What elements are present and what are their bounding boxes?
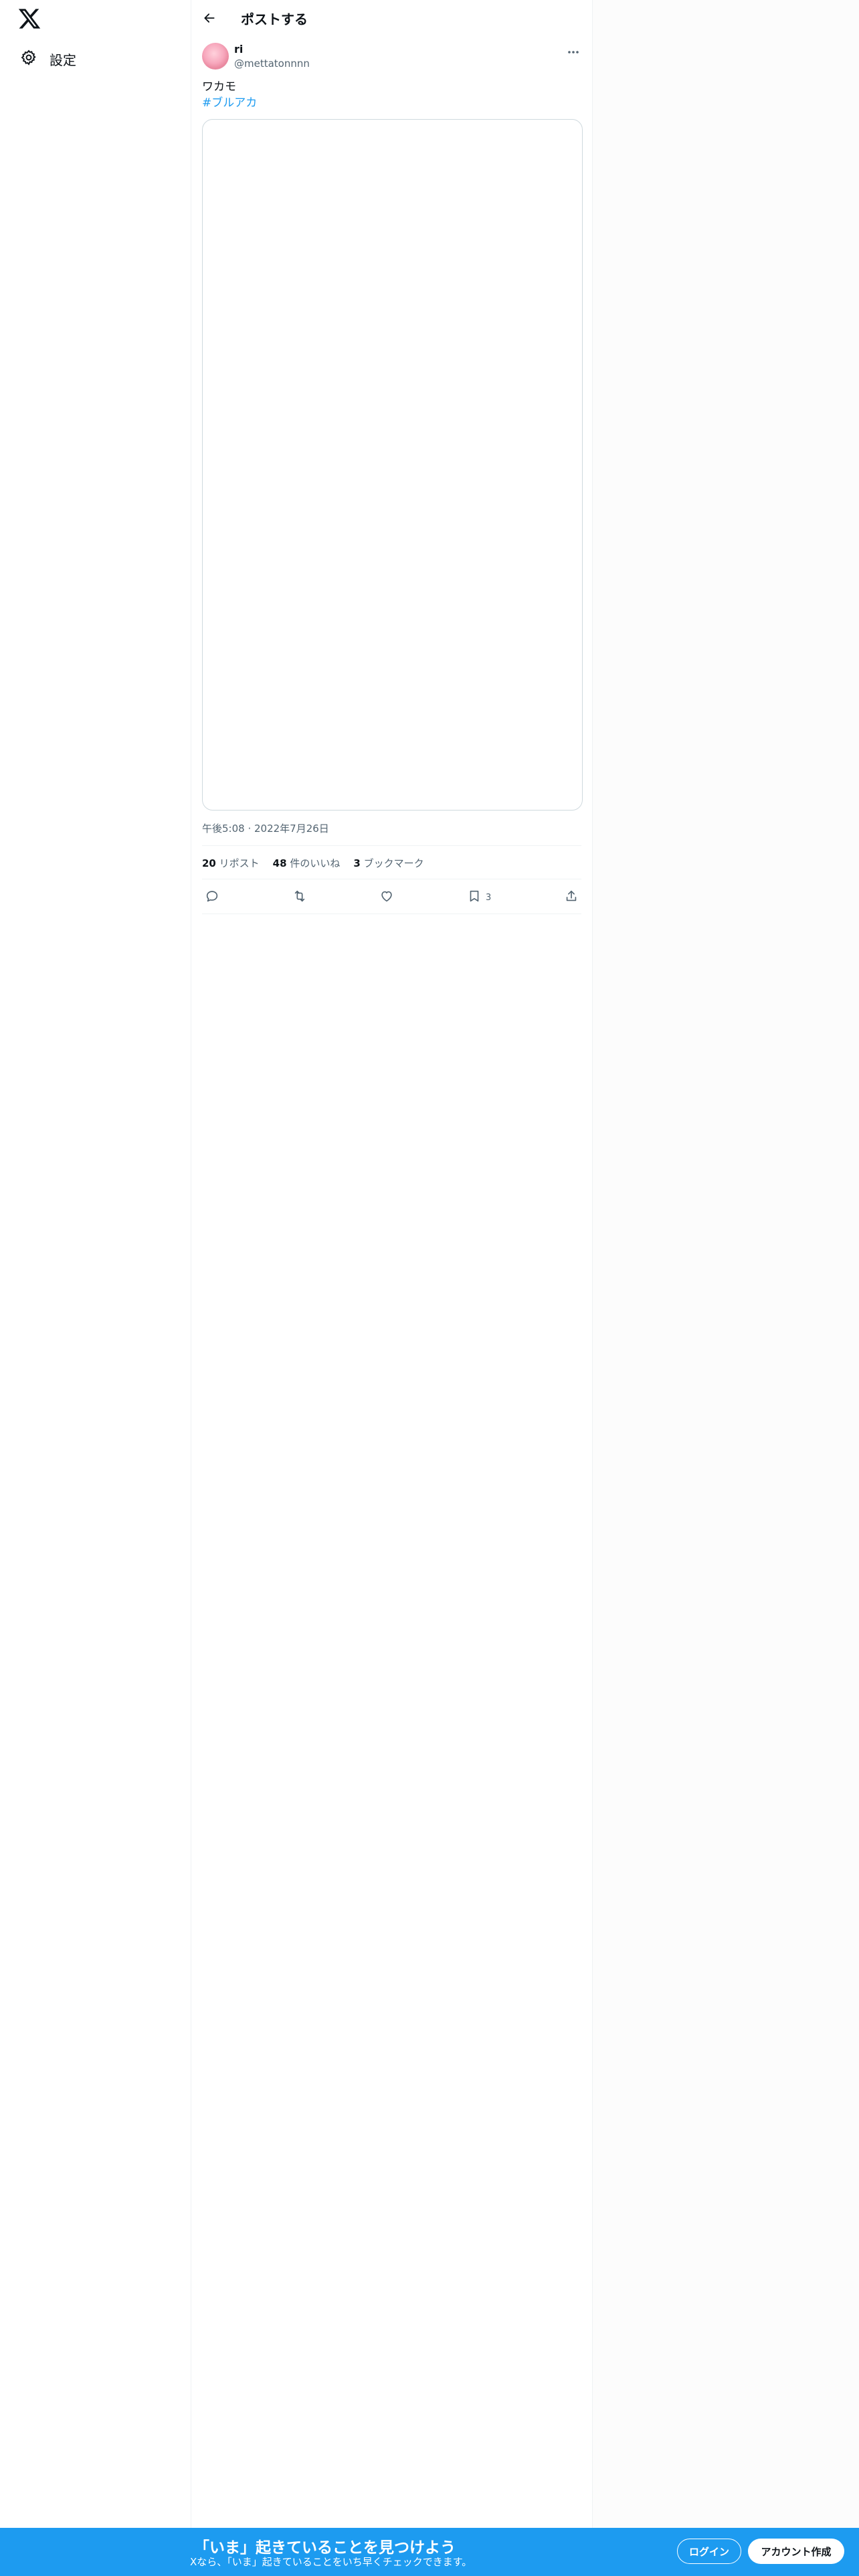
hashtag-link[interactable]: #ブルアカ	[202, 95, 257, 111]
bookmark-button[interactable]: 3	[467, 889, 491, 906]
reposts-label: リポスト	[219, 857, 260, 869]
more-horizontal-icon[interactable]	[565, 44, 581, 60]
reply-icon	[205, 889, 219, 906]
author-name[interactable]: ri	[234, 43, 243, 56]
bookmarks-label: ブックマーク	[363, 857, 424, 869]
sidebar-item-label: 設定	[50, 51, 76, 68]
reposts-count: 20	[202, 857, 216, 869]
bookmark-count: 3	[486, 892, 492, 903]
header: ポストする	[191, 0, 592, 36]
bookmarks-count: 3	[353, 857, 361, 869]
gear-icon	[20, 49, 37, 69]
heart-icon	[379, 889, 394, 906]
post-stats: 20 リポスト 48 件のいいね 3 ブックマーク	[202, 856, 424, 870]
reply-button[interactable]	[205, 889, 219, 906]
likes-stat[interactable]: 48 件のいいね	[273, 856, 341, 870]
banner-title: 「いま」起きていることを見つけよう	[194, 2539, 456, 2557]
main-column: ポストする ri @mettatonnnn ワカモ #ブルアカ 午後5:08 ·…	[191, 0, 593, 2576]
right-column	[593, 0, 859, 2576]
likes-count: 48	[272, 857, 287, 869]
likes-label: 件のいいね	[290, 857, 341, 869]
post-timestamp[interactable]: 午後5:08 · 2022年7月26日	[202, 821, 329, 835]
post-text: ワカモ	[202, 80, 236, 94]
reposts-stat[interactable]: 20 リポスト	[202, 856, 260, 870]
post-author: ri @mettatonnnn	[202, 41, 581, 71]
sidebar-item-settings[interactable]: 設定	[13, 44, 83, 74]
arrow-left-icon[interactable]	[202, 11, 217, 25]
post-actions: 3	[202, 883, 581, 912]
page-title: ポストする	[241, 11, 308, 27]
share-icon	[564, 889, 579, 906]
repost-icon	[292, 889, 307, 906]
bookmarks-stat[interactable]: 3 ブックマーク	[353, 856, 423, 870]
avatar[interactable]	[202, 43, 229, 70]
x-logo-icon[interactable]	[17, 7, 41, 31]
create-account-button[interactable]: アカウント作成	[748, 2539, 844, 2564]
left-sidebar: 設定	[0, 0, 191, 2576]
author-handle[interactable]: @mettatonnnn	[234, 58, 310, 70]
signup-banner: 「いま」起きていることを見つけよう Xなら、「いま」起きていることをいち早くチェ…	[0, 2528, 859, 2576]
login-button[interactable]: ログイン	[677, 2539, 741, 2564]
repost-button[interactable]	[292, 889, 307, 906]
post-media[interactable]	[202, 119, 583, 811]
divider	[202, 845, 581, 846]
like-button[interactable]	[379, 889, 394, 906]
bookmark-icon	[467, 889, 482, 906]
banner-subtitle: Xなら、「いま」起きていることをいち早くチェックできます。	[190, 2556, 472, 2568]
share-button[interactable]	[564, 889, 579, 906]
